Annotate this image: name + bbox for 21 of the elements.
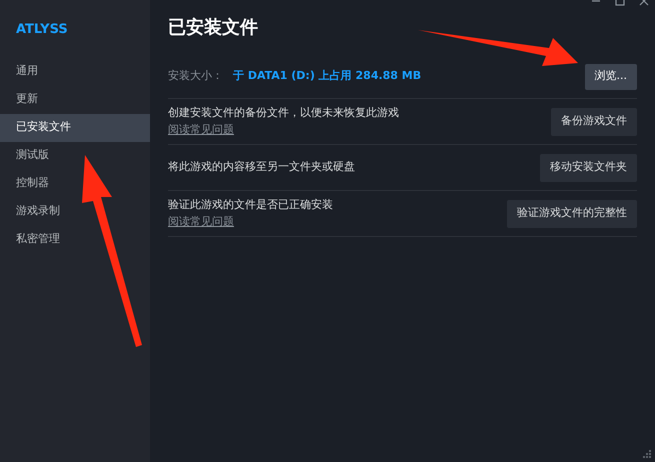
sidebar-item[interactable]: 已安装文件 xyxy=(0,114,150,142)
page-title: 已安装文件 xyxy=(168,16,259,40)
resize-grip-icon[interactable] xyxy=(642,449,652,459)
sidebar-item[interactable]: 测试版 xyxy=(0,142,150,170)
row-description: 验证此游戏的文件是否已正确安装 xyxy=(168,197,333,213)
size-value: 于 DATA1 (D:) 上占用 284.88 MB xyxy=(233,68,422,84)
row-description: 将此游戏的内容移至另一文件夹或硬盘 xyxy=(168,159,355,176)
sidebar-item[interactable]: 更新 xyxy=(0,86,150,114)
game-title: ATLYSS xyxy=(15,21,69,39)
action-button[interactable]: 验证游戏文件的完整性 xyxy=(507,200,637,228)
action-button[interactable]: 备份游戏文件 xyxy=(551,108,637,136)
browse-button[interactable]: 浏览... xyxy=(584,64,637,90)
sidebar-item[interactable]: 通用 xyxy=(0,58,150,86)
action-button[interactable]: 移动安装文件夹 xyxy=(540,154,637,182)
sidebar-item[interactable]: 私密管理 xyxy=(0,226,150,254)
size-label: 安装大小： xyxy=(168,68,223,84)
row-description: 创建安装文件的备份文件，以便未来恢复此游戏 xyxy=(168,105,399,121)
faq-link[interactable]: 阅读常见问题 xyxy=(168,122,399,138)
sidebar-item[interactable]: 控制器 xyxy=(0,170,150,198)
sidebar-item[interactable]: 游戏录制 xyxy=(0,198,150,226)
faq-link[interactable]: 阅读常见问题 xyxy=(168,214,333,230)
